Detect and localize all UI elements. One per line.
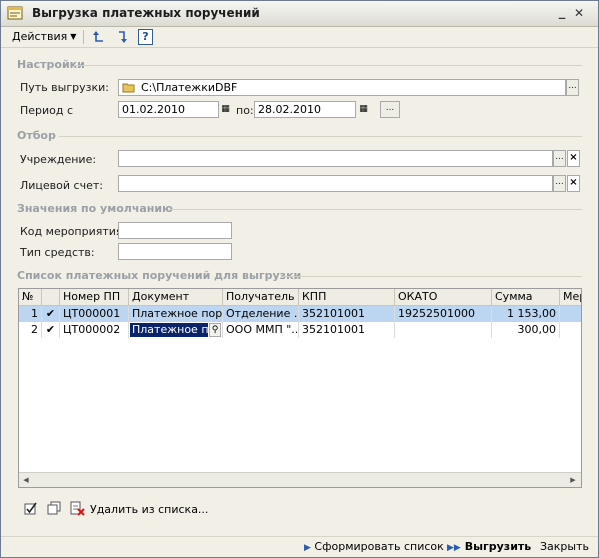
institution-field[interactable]	[118, 150, 553, 167]
upload-label: Выгрузить	[464, 540, 532, 553]
move-up-icon[interactable]	[91, 29, 107, 45]
cell-document: Платежное пор...	[129, 306, 223, 322]
folder-icon	[122, 83, 135, 93]
period-from-field[interactable]: 01.02.2010	[118, 101, 219, 118]
period-to-field[interactable]: 28.02.2010	[254, 101, 356, 118]
close-window-icon[interactable]: ✕	[571, 5, 587, 21]
section-divider	[283, 276, 582, 277]
bottom-bar: ▶ Сформировать список ▶▶ Выгрузить Закры…	[1, 536, 598, 557]
cell-recipient: ООО ММП "...	[223, 322, 299, 338]
column-header[interactable]: КПП	[299, 289, 395, 305]
fund-type-label: Тип средств:	[20, 246, 95, 259]
form-list-button[interactable]: ▶ Сформировать список	[304, 540, 444, 553]
cell-sum: 1 153,00	[492, 306, 560, 322]
cell-kpp: 352101001	[299, 322, 395, 338]
period-from-label: Период с	[20, 104, 74, 117]
cell-okato	[395, 322, 492, 338]
column-header[interactable]: №	[19, 289, 42, 305]
remove-from-list-button[interactable]: Удалить из списка...	[90, 503, 208, 516]
institution-label: Учреждение:	[20, 153, 97, 166]
section-filter: Отбор	[17, 129, 56, 142]
column-header[interactable]	[42, 289, 60, 305]
account-label: Лицевой счет:	[20, 179, 103, 192]
cell-document-editor[interactable]: Платежное пор ⚲	[129, 322, 223, 338]
column-header[interactable]: Получатель	[223, 289, 299, 305]
cell-number: ЦТ000001	[60, 306, 129, 322]
period-to-label: по:	[236, 104, 254, 117]
section-defaults: Значения по умолчанию	[17, 202, 173, 215]
row-checkbox[interactable]: ✔	[42, 306, 60, 322]
event-code-label: Код мероприятия:	[20, 225, 127, 238]
path-field[interactable]: C:\ПлатежкиDBF	[118, 79, 566, 96]
path-select-button[interactable]: ...	[566, 79, 579, 96]
account-clear-icon[interactable]: ×	[567, 175, 580, 192]
check-all-icon[interactable]	[23, 501, 38, 516]
actions-label: Действия	[12, 30, 68, 43]
column-header[interactable]: Номер ПП	[60, 289, 129, 305]
search-icon[interactable]: ⚲	[209, 323, 221, 337]
column-header[interactable]: Документ	[129, 289, 223, 305]
delete-from-list-icon[interactable]	[69, 500, 85, 516]
institution-select-button[interactable]: ...	[553, 150, 566, 167]
form-list-label: Сформировать список	[314, 540, 444, 553]
row-number: 1	[19, 306, 42, 322]
path-label: Путь выгрузки:	[20, 81, 109, 94]
event-code-field[interactable]	[118, 222, 232, 239]
row-number: 2	[19, 322, 42, 338]
document-editor-value[interactable]: Платежное пор	[130, 323, 208, 337]
institution-clear-icon[interactable]: ×	[567, 150, 580, 167]
account-field[interactable]	[118, 175, 553, 192]
close-button[interactable]: Закрыть	[540, 540, 589, 553]
payment-orders-table[interactable]: № Номер ПП Документ Получатель КПП ОКАТО…	[18, 288, 582, 488]
cell-kpp: 352101001	[299, 306, 395, 322]
help-icon[interactable]: ?	[138, 29, 153, 45]
double-chevron-right-icon: ▶▶	[447, 543, 461, 553]
chevron-down-icon: ▼	[70, 32, 77, 41]
cell-recipient: Отделение ...	[223, 306, 299, 322]
period-from-value: 01.02.2010	[122, 103, 185, 116]
table-row[interactable]: 2 ✔ ЦТ000002 Платежное пор ⚲ ООО ММП "..…	[19, 322, 581, 338]
upload-button[interactable]: ▶▶ Выгрузить	[447, 540, 531, 553]
cell-okato: 19252501000	[395, 306, 492, 322]
cell-extra	[560, 306, 581, 322]
period-select-button[interactable]: ...	[380, 101, 400, 118]
row-checkbox[interactable]: ✔	[42, 322, 60, 338]
section-list: Список платежных поручений для выгрузки	[17, 269, 302, 282]
calendar-icon[interactable]: ▦	[357, 102, 370, 117]
column-header[interactable]: ОКАТО	[395, 289, 492, 305]
main-window: Выгрузка платежных поручений _ ✕ Действи…	[0, 0, 599, 558]
scroll-right-icon[interactable]: ▶	[568, 475, 578, 485]
toolbar-separator	[83, 30, 84, 44]
cell-sum: 300,00	[492, 322, 560, 338]
section-divider	[169, 209, 582, 210]
chevron-right-icon: ▶	[304, 543, 311, 553]
column-header[interactable]: Мер	[560, 289, 581, 305]
move-down-icon[interactable]	[114, 29, 130, 45]
cell-extra	[560, 322, 581, 338]
title-bar: Выгрузка платежных поручений _ ✕	[1, 1, 598, 27]
fund-type-field[interactable]	[118, 243, 232, 260]
section-divider	[74, 65, 582, 66]
minimize-icon[interactable]: _	[554, 5, 570, 21]
window-title: Выгрузка платежных поручений	[32, 6, 260, 20]
path-value: C:\ПлатежкиDBF	[141, 81, 238, 94]
scroll-left-icon[interactable]: ◀	[21, 475, 31, 485]
table-header: № Номер ПП Документ Получатель КПП ОКАТО…	[19, 289, 581, 306]
table-row[interactable]: 1 ✔ ЦТ000001 Платежное пор... Отделение …	[19, 306, 581, 322]
actions-menu[interactable]: Действия ▼	[12, 30, 76, 43]
section-divider	[59, 136, 582, 137]
uncheck-all-icon[interactable]	[46, 501, 62, 516]
cell-number: ЦТ000002	[60, 322, 129, 338]
column-header[interactable]: Сумма	[492, 289, 560, 305]
horizontal-scrollbar[interactable]: ◀ ▶	[19, 472, 581, 487]
app-icon	[7, 6, 23, 20]
account-select-button[interactable]: ...	[553, 175, 566, 192]
calendar-icon[interactable]: ▦	[219, 102, 232, 117]
period-to-value: 28.02.2010	[258, 103, 321, 116]
toolbar: Действия ▼ ?	[1, 27, 598, 48]
